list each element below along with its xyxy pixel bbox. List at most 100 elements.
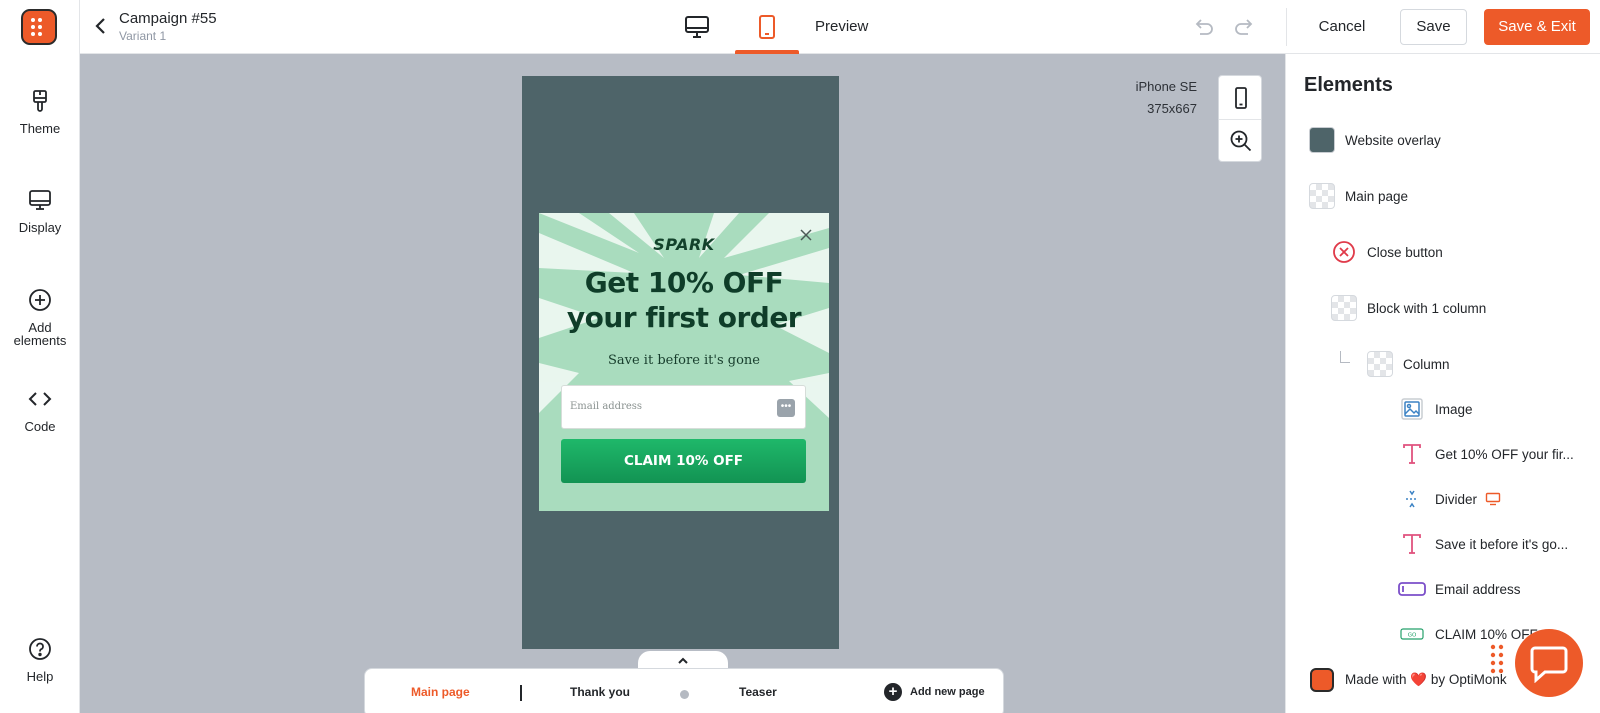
redo-icon[interactable] [1232, 16, 1254, 38]
element-image[interactable]: Image [1398, 394, 1473, 424]
claim-button[interactable]: CLAIM 10% OFF [561, 439, 806, 483]
mobile-view-icon [759, 15, 775, 39]
device-size: 375x667 [1147, 101, 1197, 116]
sidebar-item-label: Code [24, 419, 56, 434]
tab-separator [520, 685, 522, 701]
top-bar: Campaign #55 Variant 1 Preview Cancel Sa… [80, 0, 1600, 54]
save-button[interactable]: Save [1400, 9, 1467, 45]
optimonk-logo-icon [1308, 666, 1336, 694]
optimonk-logo[interactable] [21, 9, 57, 45]
help-icon [29, 638, 51, 660]
panel-title: Elements [1304, 74, 1393, 96]
element-label: Close button [1367, 244, 1443, 260]
tree-connector [1340, 351, 1350, 363]
code-icon [28, 392, 52, 406]
mobile-device-icon[interactable] [1229, 86, 1253, 110]
undo-icon[interactable] [1194, 16, 1216, 38]
monitor-icon [29, 190, 51, 210]
headline-line: Get 10% OFF [584, 266, 784, 299]
mobile-view-tab[interactable] [735, 0, 799, 54]
element-column[interactable]: Column [1366, 349, 1450, 379]
plus-circle-icon [29, 289, 51, 311]
sidebar-item-label: Display [18, 220, 62, 235]
variant-name: Variant 1 [119, 29, 167, 43]
image-icon [1398, 395, 1426, 423]
element-made-with[interactable]: Made with ❤️ by OptiMonk [1308, 665, 1507, 695]
controls-divider [1219, 119, 1261, 120]
sidebar-item-theme[interactable]: Theme [0, 88, 80, 135]
device-info: iPhone SE 375x667 [1136, 76, 1197, 120]
transparent-icon [1366, 350, 1394, 378]
element-block[interactable]: Block with 1 column [1330, 293, 1486, 323]
tab-main-page[interactable]: Main page [411, 685, 470, 699]
element-label: Save it before it's go... [1435, 536, 1569, 552]
left-sidebar: Theme Display Add elements Code Help [0, 0, 80, 713]
sidebar-item-help[interactable]: Help [0, 636, 80, 683]
elements-panel: Elements Website overlay Main page Close… [1285, 54, 1600, 713]
email-placeholder: Email address [570, 401, 643, 412]
transparent-icon [1330, 294, 1358, 322]
tab-separator-dot [680, 690, 689, 699]
plus-icon: + [884, 683, 902, 701]
element-label: Block with 1 column [1367, 300, 1487, 316]
element-website-overlay[interactable]: Website overlay [1308, 125, 1441, 155]
close-circle-icon [1330, 238, 1358, 266]
popup-subline[interactable]: Save it before it's gone [539, 353, 829, 368]
divider-icon [1398, 485, 1426, 513]
color-swatch-icon [1308, 126, 1336, 154]
paintbrush-icon [33, 90, 47, 112]
sidebar-item-code[interactable]: Code [0, 386, 80, 433]
element-label: Image [1435, 401, 1473, 417]
transparent-icon [1308, 182, 1336, 210]
sidebar-item-add-elements[interactable]: Add elements [0, 287, 80, 347]
add-new-page-button[interactable]: + Add new page [884, 683, 985, 701]
svg-text:GO: GO [1408, 633, 1417, 639]
brand-logo: SPARK [653, 235, 715, 254]
back-arrow-icon[interactable] [90, 15, 112, 37]
chat-support-button[interactable] [1515, 629, 1583, 697]
element-email-input[interactable]: Email address [1398, 574, 1521, 604]
headline-line: your first order [566, 301, 802, 334]
button-icon: GO [1398, 620, 1426, 648]
element-headline-text[interactable]: Get 10% OFF your fir... [1398, 439, 1574, 469]
tab-teaser[interactable]: Teaser [739, 685, 777, 699]
text-icon [1398, 530, 1426, 558]
element-label: CLAIM 10% OFF [1435, 626, 1538, 642]
popup-headline[interactable]: Get 10% OFF your first order [539, 265, 829, 335]
element-subline-text[interactable]: Save it before it's go... [1398, 529, 1568, 559]
element-label: Get 10% OFF your fir... [1435, 446, 1574, 462]
editor-canvas: SPARK Get 10% OFF your first order Save … [80, 54, 1285, 713]
chevron-up-icon [678, 657, 688, 664]
zoom-in-icon[interactable] [1229, 129, 1253, 153]
popup-main-page[interactable]: SPARK Get 10% OFF your first order Save … [539, 213, 829, 511]
element-close-button[interactable]: Close button [1330, 237, 1443, 267]
close-icon[interactable] [798, 227, 814, 243]
element-main-page[interactable]: Main page [1308, 181, 1408, 211]
add-page-label: Add new page [910, 685, 985, 698]
drag-handle-icon[interactable] [1490, 644, 1504, 680]
sidebar-item-label: Help [26, 669, 54, 684]
desktop-only-icon [1485, 492, 1501, 506]
save-and-exit-button[interactable]: Save & Exit [1484, 9, 1590, 45]
sidebar-item-display[interactable]: Display [0, 187, 80, 234]
email-field[interactable]: Email address ••• [561, 385, 806, 429]
sidebar-item-label: Theme [19, 121, 61, 136]
desktop-view-icon[interactable] [683, 14, 711, 40]
preview-button[interactable]: Preview [815, 18, 868, 35]
input-icon [1398, 575, 1426, 603]
page-tabs: Main page Thank you Teaser + Add new page [364, 668, 1004, 713]
toolbar-divider [1286, 8, 1287, 46]
cancel-button[interactable]: Cancel [1300, 9, 1384, 45]
element-divider[interactable]: Divider [1398, 484, 1501, 514]
logo-dots-icon [31, 18, 47, 36]
element-claim-button[interactable]: GO CLAIM 10% OFF [1398, 619, 1538, 649]
text-icon [1398, 440, 1426, 468]
element-label: Email address [1435, 581, 1521, 597]
element-label: Divider [1435, 491, 1478, 507]
tab-thank-you[interactable]: Thank you [570, 685, 630, 699]
autofill-icon: ••• [777, 399, 795, 417]
chat-icon [1530, 646, 1568, 683]
element-label: Made with ❤️ by OptiMonk [1345, 672, 1507, 687]
element-label: Column [1403, 356, 1450, 372]
view-controls [1218, 75, 1262, 162]
